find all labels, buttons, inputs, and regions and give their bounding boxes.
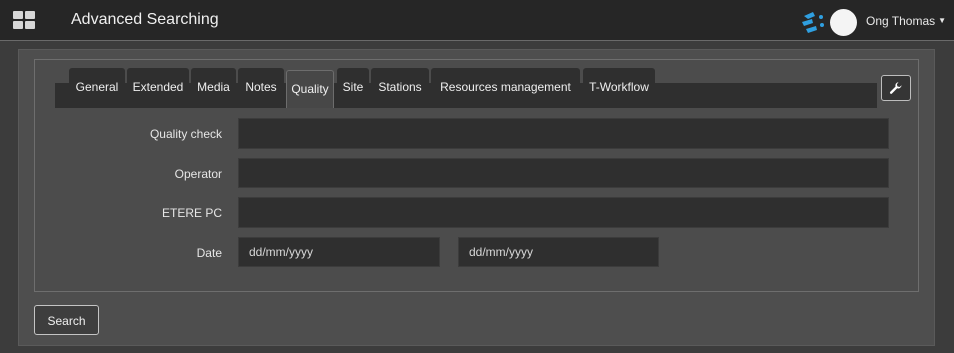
tab-general[interactable]: General <box>69 68 125 107</box>
etere-pc-label: ETERE PC <box>161 206 222 220</box>
avatar[interactable] <box>830 9 857 36</box>
chevron-down-icon: ▼ <box>938 16 947 25</box>
tab-label: Quality <box>291 82 329 96</box>
grid-icon[interactable] <box>13 11 35 29</box>
tab-label: Resources management <box>440 80 571 94</box>
search-button[interactable]: Search <box>34 305 99 335</box>
tab-label: Site <box>342 80 364 94</box>
tab-resources-management[interactable]: Resources management <box>431 68 580 107</box>
tab-media[interactable]: Media <box>191 68 236 107</box>
date-to-input[interactable] <box>458 237 659 267</box>
tab-label: Notes <box>245 80 277 94</box>
date-from-input[interactable] <box>238 237 440 267</box>
top-bar: Advanced Searching Ong Thomas ▼ <box>0 0 954 41</box>
user-menu[interactable]: Ong Thomas ▼ <box>866 14 946 28</box>
quality-check-label: Quality check <box>149 127 222 141</box>
tab-notes[interactable]: Notes <box>238 68 284 107</box>
tab-label: T-Workflow <box>589 80 649 94</box>
tab-quality[interactable]: Quality <box>286 70 334 108</box>
date-label: Date <box>196 246 222 260</box>
user-name: Ong Thomas <box>866 14 936 28</box>
etere-pc-input[interactable] <box>238 197 889 228</box>
operator-label: Operator <box>174 167 222 181</box>
tab-extended[interactable]: Extended <box>127 68 189 107</box>
tab-label: Media <box>197 80 230 94</box>
operator-input[interactable] <box>238 158 889 188</box>
quality-check-input[interactable] <box>238 118 889 149</box>
tab-label: Extended <box>132 80 184 94</box>
wrench-icon <box>889 82 902 94</box>
settings-button[interactable] <box>881 75 911 101</box>
tab-stations[interactable]: Stations <box>371 68 429 107</box>
page-title: Advanced Searching <box>71 11 219 28</box>
tab-label: Stations <box>378 80 422 94</box>
tab-site[interactable]: Site <box>337 68 369 107</box>
tab-t-workflow[interactable]: T-Workflow <box>583 68 655 107</box>
etere-logo-icon <box>802 12 824 33</box>
tab-label: General <box>75 80 119 94</box>
